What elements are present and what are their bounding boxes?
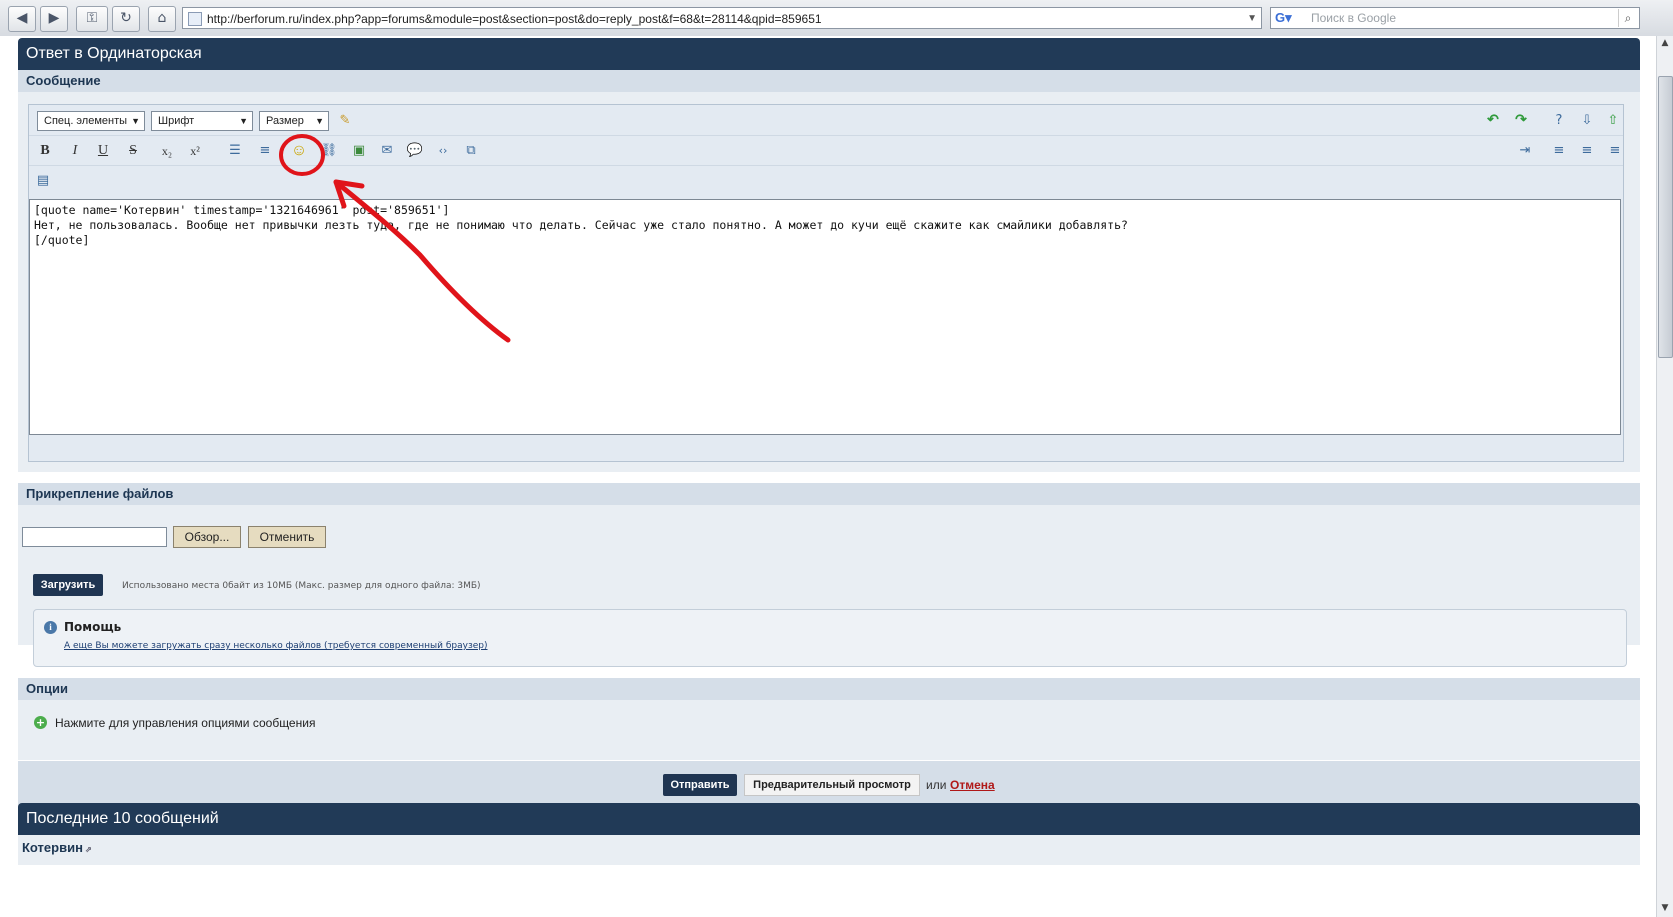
vertical-scrollbar[interactable]: ▲ ▼ — [1656, 36, 1673, 917]
align-left-icon[interactable]: ≡ — [1549, 141, 1569, 161]
recent-posts-title: Последние 10 сообщений — [18, 803, 1640, 835]
cancel-link[interactable]: Отмена — [950, 778, 995, 792]
size-select[interactable]: Размер ▼ — [259, 111, 329, 131]
message-textarea[interactable]: [quote name='Котервин' timestamp='132164… — [29, 199, 1621, 435]
toolbar-row-2: B I U S x₂ x² ☰ ≡ ☺ ⛓ ▣ ✉ 💬 ‹› ⧉ ⇥ ≡ ≡ ≡ — [29, 135, 1623, 166]
font-select[interactable]: Шрифт ▼ — [151, 111, 253, 131]
options-toggle-text[interactable]: Нажмите для управления опциями сообщения — [55, 716, 315, 730]
align-right-icon[interactable]: ≡ — [1605, 141, 1625, 161]
browse-button[interactable]: Обзор... — [173, 526, 241, 548]
or-text: или — [926, 778, 947, 792]
file-path-input[interactable] — [22, 527, 167, 547]
superscript-button[interactable]: x² — [185, 141, 205, 161]
align-center-icon[interactable]: ≡ — [1577, 141, 1597, 161]
special-elements-select[interactable]: Спец. элементы ▼ — [37, 111, 145, 131]
bullet-list-icon[interactable]: ☰ — [225, 141, 245, 161]
upload-icon[interactable]: ⇧ — [1603, 111, 1623, 131]
help-box: i Помощь А еще Вы можете загружать сразу… — [33, 609, 1627, 667]
indent-icon[interactable]: ⇥ — [1515, 141, 1535, 161]
home-button[interactable]: ⌂ — [148, 6, 176, 32]
toolbar-row-3: ▤ — [29, 165, 1623, 195]
google-icon[interactable]: G▾ — [1275, 10, 1293, 26]
source-mode-icon[interactable]: ▤ — [33, 171, 53, 191]
post-author-link[interactable]: Котервин ⇗ — [22, 840, 92, 855]
underline-button[interactable]: U — [93, 141, 113, 161]
info-icon: i — [44, 621, 57, 634]
scroll-down-icon[interactable]: ▼ — [1659, 903, 1671, 915]
browser-toolbar: ◀ ▶ ⚿ ↻ ⌂ http://berforum.ru/index.php?a… — [0, 0, 1673, 37]
options-panel — [18, 700, 1640, 760]
search-box[interactable]: G▾ Поиск в Google ⌕ — [1270, 7, 1640, 29]
strike-button[interactable]: S — [123, 141, 143, 161]
page-content: Ответ в Ординаторская Сообщение Спец. эл… — [0, 36, 1656, 917]
attachments-section-title: Прикрепление файлов — [18, 483, 1640, 505]
forward-button[interactable]: ▶ — [40, 6, 68, 32]
expand-plus-icon[interactable]: + — [34, 716, 47, 729]
search-placeholder: Поиск в Google — [1311, 11, 1396, 25]
font-label: Шрифт — [158, 115, 195, 127]
upload-button[interactable]: Загрузить — [33, 574, 103, 596]
email-icon[interactable]: ✉ — [377, 141, 397, 161]
scroll-thumb[interactable] — [1658, 76, 1673, 358]
numbered-list-icon[interactable]: ≡ — [255, 141, 275, 161]
quote-icon[interactable]: 💬 — [405, 141, 425, 161]
cancel-file-button[interactable]: Отменить — [248, 526, 326, 548]
format-brush-icon[interactable]: ✎ — [335, 111, 355, 131]
link-icon[interactable]: ⛓ — [319, 141, 339, 161]
page-icon — [188, 12, 202, 26]
message-section-title: Сообщение — [18, 70, 1640, 92]
preview-button[interactable]: Предварительный просмотр — [744, 774, 920, 796]
image-icon[interactable]: ▣ — [349, 141, 369, 161]
undo-icon[interactable]: ↶ — [1483, 111, 1503, 131]
reload-button[interactable]: ↻ — [112, 6, 140, 32]
bold-button[interactable]: B — [35, 141, 55, 161]
code-icon[interactable]: ‹› — [433, 141, 453, 161]
help-title: Помощь — [64, 620, 122, 634]
emoticon-icon[interactable]: ☺ — [289, 141, 309, 161]
toolbar-row-1: Спец. элементы ▼ Шрифт ▼ Размер ▼ ✎ ↶ ↷ ? ⇩… — [29, 105, 1623, 136]
rich-text-editor: Спец. элементы ▼ Шрифт ▼ Размер ▼ ✎ ↶ ↷ ? ⇩… — [28, 104, 1624, 462]
address-bar[interactable]: http://berforum.ru/index.php?app=forums&… — [182, 7, 1262, 29]
redo-icon[interactable]: ↷ — [1511, 111, 1531, 131]
help-circle-icon[interactable]: ? — [1549, 111, 1569, 131]
paste-icon[interactable]: ⧉ — [461, 141, 481, 161]
url-text: http://berforum.ru/index.php?app=forums&… — [207, 12, 822, 26]
options-section-title: Опции — [18, 678, 1640, 700]
usage-text: Использовано места 0байт из 10МБ (Макс. … — [122, 581, 481, 591]
form-title: Ответ в Ординаторская — [18, 38, 1640, 70]
post-author-name: Котервин — [22, 840, 83, 855]
back-button[interactable]: ◀ — [8, 6, 36, 32]
multi-upload-link[interactable]: А еще Вы можете загружать сразу нескольк… — [64, 641, 488, 651]
submit-button[interactable]: Отправить — [663, 774, 737, 796]
italic-button[interactable]: I — [65, 141, 85, 161]
subscript-button[interactable]: x₂ — [157, 141, 177, 161]
recent-posts-panel — [18, 835, 1640, 865]
scroll-up-icon[interactable]: ▲ — [1659, 38, 1671, 50]
special-elements-label: Спец. элементы — [44, 115, 128, 127]
download-icon[interactable]: ⇩ — [1577, 111, 1597, 131]
search-icon[interactable]: ⌕ — [1618, 9, 1637, 27]
size-label: Размер — [266, 115, 304, 127]
external-link-icon[interactable]: ⇗ — [83, 845, 92, 854]
url-dropdown-icon[interactable]: ▼ — [1247, 8, 1257, 28]
key-icon[interactable]: ⚿ — [76, 6, 108, 32]
